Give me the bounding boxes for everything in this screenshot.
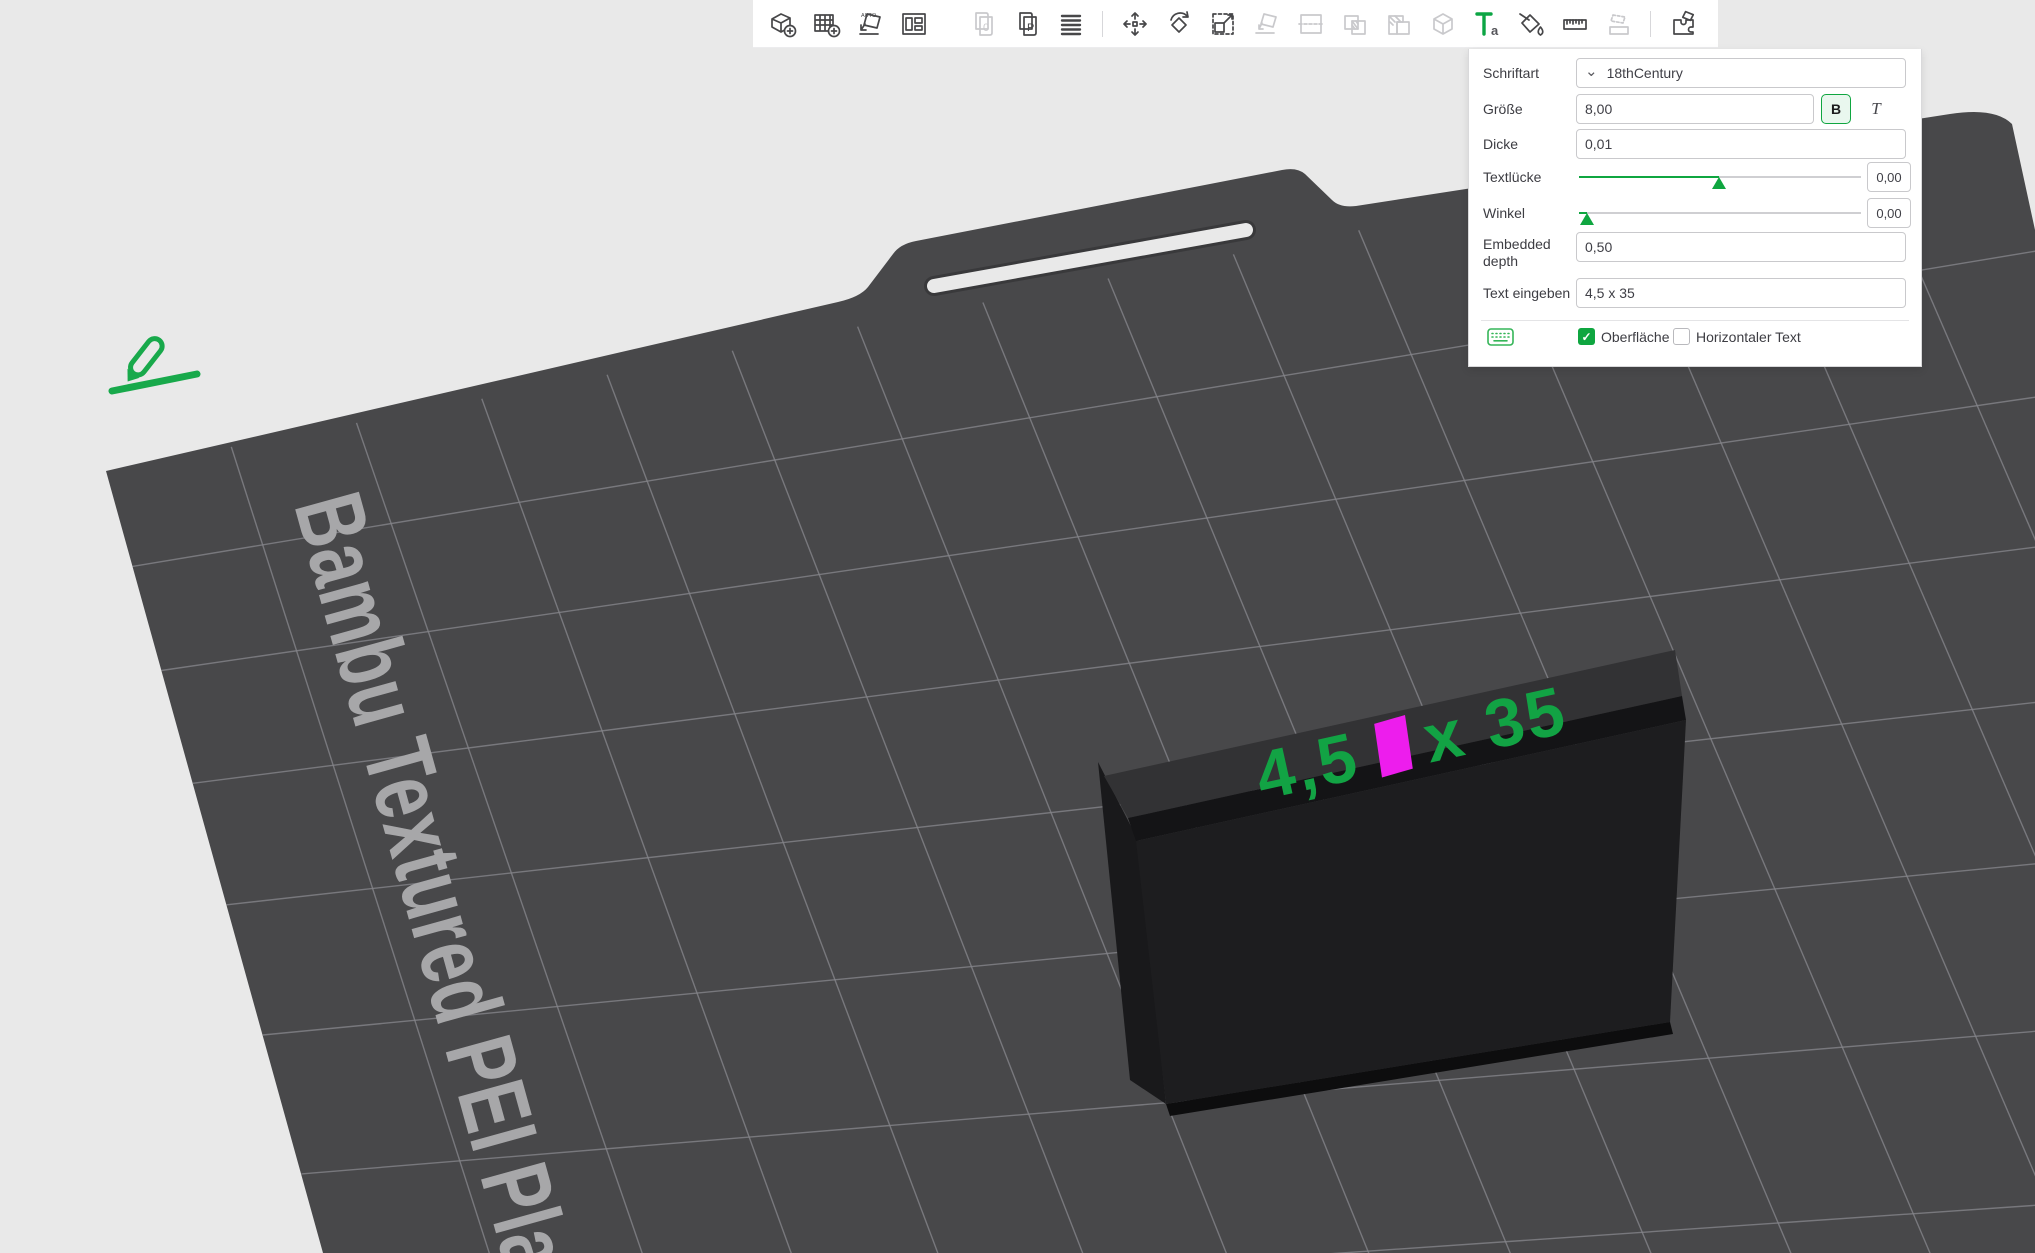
svg-text:a: a (1491, 23, 1499, 38)
text-eingeben-label: Text eingeben (1483, 285, 1571, 301)
text-tool-panel: Schriftart ⌄ 18thCentury Größe B T Dicke… (1468, 49, 1922, 367)
thickness-input[interactable] (1576, 129, 1906, 159)
toolbar-separator (1102, 10, 1103, 37)
bold-button[interactable]: B (1821, 94, 1851, 124)
svg-text:AUTO: AUTO (861, 13, 877, 19)
groesse-label: Größe (1483, 101, 1523, 117)
svg-text:0: 0 (983, 22, 989, 34)
add-object-icon[interactable] (765, 7, 798, 40)
assembly-icon[interactable] (1602, 7, 1635, 40)
chevron-down-icon: ⌄ (1585, 62, 1598, 80)
arrange-icon[interactable] (897, 7, 930, 40)
rotate-icon[interactable] (1162, 7, 1195, 40)
paste-icon[interactable]: P (1010, 7, 1043, 40)
angle-slider-thumb[interactable] (1580, 213, 1594, 225)
auto-orient-icon[interactable]: AUTO (853, 7, 886, 40)
application-window: { "toolbar": { "items": [ {"name": "add-… (0, 0, 2035, 1253)
place-on-face-icon[interactable] (1250, 7, 1283, 40)
text-gap-slider[interactable] (1579, 168, 1861, 189)
object-list-icon[interactable] (1054, 7, 1087, 40)
embedded-depth-input[interactable] (1576, 232, 1906, 262)
angle-value[interactable]: 0,00 (1867, 198, 1911, 228)
horizontal-text-checkbox[interactable] (1673, 328, 1690, 345)
font-dropdown[interactable]: ⌄ 18thCentury (1576, 58, 1906, 88)
embedded-depth-label: Embedded depth (1483, 236, 1551, 269)
simplify-icon[interactable] (1426, 7, 1459, 40)
text-content-input[interactable] (1576, 278, 1906, 308)
move-icon[interactable] (1118, 7, 1151, 40)
boolean-difference-icon[interactable] (1382, 7, 1415, 40)
surface-checkbox[interactable]: ✓ (1578, 328, 1595, 345)
keyboard-icon[interactable] (1487, 328, 1514, 349)
textluecke-label: Textlücke (1483, 169, 1542, 185)
schriftart-label: Schriftart (1483, 65, 1540, 81)
winkel-label: Winkel (1483, 205, 1526, 221)
cut-icon[interactable] (1294, 7, 1327, 40)
color-paint-icon[interactable] (1514, 7, 1547, 40)
dicke-label: Dicke (1483, 136, 1519, 152)
surface-label: Oberfläche (1601, 329, 1670, 345)
text-gap-slider-thumb[interactable] (1712, 177, 1726, 189)
copy-icon[interactable]: 0 (966, 7, 999, 40)
angle-slider[interactable] (1579, 204, 1861, 225)
panel-divider (1481, 320, 1909, 321)
measure-icon[interactable] (1558, 7, 1591, 40)
add-plate-icon[interactable] (809, 7, 842, 40)
svg-text:P: P (1027, 22, 1034, 34)
plugin-icon[interactable] (1666, 7, 1699, 40)
text-tool-icon[interactable]: a (1470, 7, 1503, 40)
boolean-union-icon[interactable] (1338, 7, 1371, 40)
size-input[interactable] (1576, 94, 1814, 124)
italic-button[interactable]: T (1861, 94, 1891, 124)
horizontal-text-label: Horizontaler Text (1696, 329, 1801, 345)
font-dropdown-value: 18thCentury (1606, 65, 1683, 81)
text-gap-value[interactable]: 0,00 (1867, 162, 1911, 192)
toolbar-separator (1650, 10, 1651, 37)
scale-icon[interactable] (1206, 7, 1239, 40)
main-toolbar: AUTO 0 P a (753, 0, 1718, 48)
